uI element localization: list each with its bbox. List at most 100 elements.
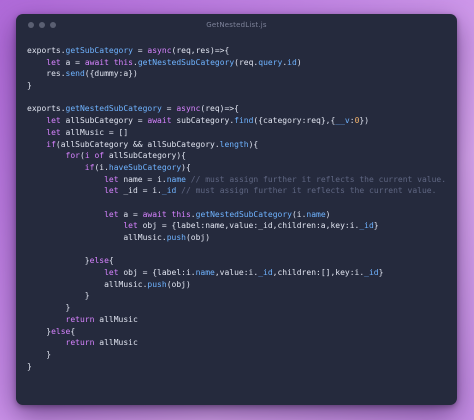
code-line: } (27, 349, 451, 361)
code-token: if (46, 139, 56, 149)
code-line: let allMusic = [] (27, 127, 451, 139)
code-line: let _id = i._id // must assign further i… (27, 185, 451, 197)
close-dot-icon[interactable] (28, 22, 34, 28)
code-token: _id (364, 268, 379, 278)
code-line: allMusic.push(obj) (27, 279, 451, 291)
code-token: allMusic. (27, 279, 148, 289)
code-token: await (84, 57, 109, 67)
code-token: (req)=>{ (200, 104, 239, 114)
code-token: haveSubCategory (108, 162, 182, 172)
code-token: let (104, 209, 119, 219)
code-token: async (176, 104, 201, 114)
code-token: a = (60, 57, 85, 67)
code-line: res.send({dummy:a}) (27, 68, 451, 80)
code-line: ​ (27, 244, 451, 256)
code-token: } (27, 349, 52, 359)
code-token: await (142, 209, 167, 219)
code-line: if(allSubCategory && allSubCategory.leng… (27, 139, 451, 151)
code-token: // must assign further it reflects the c… (181, 186, 437, 196)
code-line: ​ (27, 92, 451, 104)
code-token: length (219, 139, 249, 149)
code-line: ​ (27, 197, 451, 209)
code-token: send (65, 69, 85, 79)
code-line: }else{ (27, 255, 451, 267)
code-line: let a = await this.getNestedSubCategory(… (27, 57, 451, 69)
code-line: let allSubCategory = await subCategory.f… (27, 115, 451, 127)
code-token: { (253, 139, 259, 149)
code-token: res. (27, 69, 66, 79)
code-token: exports. (27, 46, 66, 55)
code-token: getNestedSubCategory (137, 57, 235, 67)
code-token: (allSubCategory && allSubCategory. (55, 139, 220, 149)
code-token: async (147, 46, 172, 55)
code-token: let (104, 174, 119, 184)
code-line: return allMusic (27, 314, 451, 326)
code-token: } (27, 326, 52, 336)
code-line: let obj = {label:i.name,value:i._id,chil… (27, 267, 451, 279)
code-token: this (171, 209, 191, 219)
code-line: } (27, 80, 451, 92)
code-token: push (147, 279, 167, 289)
code-token: push (166, 233, 186, 242)
code-line: if(i.haveSubCategory){ (27, 162, 451, 174)
code-token: _id (258, 268, 273, 278)
code-token: find (234, 116, 254, 126)
code-token: } (27, 361, 32, 371)
code-token: name = i. (118, 174, 167, 184)
code-line: allMusic.push(obj) (27, 232, 451, 244)
code-token: obj = {label:i. (118, 268, 196, 278)
window-title: GetNestedList.js (206, 21, 267, 29)
code-token: subCategory. (171, 116, 235, 126)
code-line: exports.getNestedSubCategory = async(req… (27, 103, 451, 115)
code-token: } (27, 256, 90, 266)
code-token: for (65, 151, 80, 161)
code-token: allMusic. (27, 233, 167, 242)
code-token: getNestedSubCategory (65, 104, 162, 114)
window-controls (28, 22, 56, 28)
code-token: = (132, 46, 148, 55)
code-token: allSubCategory){ (104, 151, 186, 161)
minimize-dot-icon[interactable] (39, 22, 45, 28)
code-token: // must assign further it reflects the c… (190, 174, 447, 184)
code-line: }else{ (27, 326, 451, 338)
code-token: { (70, 326, 76, 336)
code-token: let (104, 186, 119, 196)
code-token: id (287, 57, 297, 67)
code-token: name (306, 209, 326, 219)
code-token: ){ (181, 162, 191, 172)
code-token: ) (296, 57, 302, 67)
code-token: if (84, 162, 95, 172)
code-token: else (51, 326, 71, 336)
code-line: let a = await this.getNestedSubCategory(… (27, 209, 451, 221)
title-bar: GetNestedList.js (16, 14, 457, 36)
code-token: let (123, 221, 138, 231)
code-token: query (258, 57, 283, 67)
code-token: let (46, 57, 61, 67)
code-token: } (378, 268, 384, 278)
code-line: } (27, 302, 451, 314)
code-line: for(i of allSubCategory){ (27, 150, 451, 162)
code-token: (i. (291, 209, 307, 219)
code-token: = (161, 104, 177, 114)
code-token: ({category:req},{ (253, 116, 336, 126)
code-token: obj = {label:name,value:_id,children:a,k… (137, 221, 360, 231)
code-token: allMusic = [] (60, 127, 129, 137)
code-token: getSubCategory (65, 46, 133, 55)
maximize-dot-icon[interactable] (50, 22, 56, 28)
code-token: let (46, 116, 61, 126)
code-line: } (27, 361, 451, 373)
code-token: _id (359, 221, 374, 231)
code-token: let (46, 127, 61, 137)
code-token: this (113, 57, 133, 67)
code-token: ) (325, 209, 331, 219)
code-token: getNestedSubCategory (195, 209, 292, 219)
